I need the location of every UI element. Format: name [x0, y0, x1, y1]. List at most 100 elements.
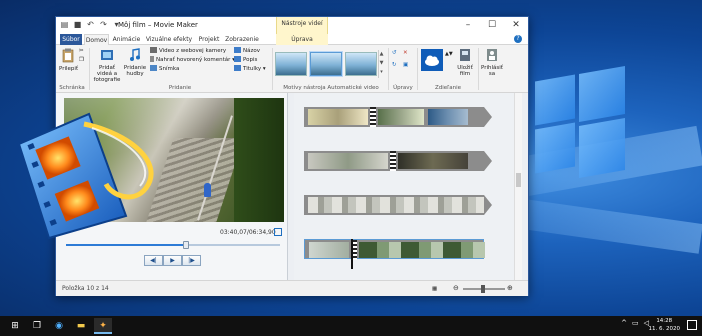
automovie-theme-1[interactable]	[275, 52, 307, 76]
ribbon: Prilepiť ✂ ❐ Schránka Pridať videá a fot…	[56, 45, 528, 93]
video-scene-person	[204, 183, 211, 197]
record-narration-button[interactable]: Nahrať hovorený komentár ▾	[150, 56, 235, 64]
clock[interactable]: 14:28 11. 6. 2020	[649, 317, 681, 333]
fullscreen-icon[interactable]	[274, 228, 282, 236]
contextual-tab-group-label: Nástroje videí	[276, 17, 328, 34]
zoom-slider[interactable]: ⊖ ⊕	[453, 284, 513, 293]
separator	[388, 48, 389, 90]
quick-access-toolbar: ▤ ■ ↶ ↷ ▾	[60, 20, 121, 29]
camera-icon	[150, 65, 157, 71]
previous-frame-button[interactable]: ◀|	[144, 255, 163, 266]
microphone-icon	[150, 56, 154, 62]
zoom-in-icon[interactable]: ⊕	[507, 284, 513, 292]
snapshot-button[interactable]: Snímka	[150, 65, 179, 73]
group-label-add: Pridanie	[168, 85, 192, 91]
next-frame-button[interactable]: |▶	[182, 255, 201, 266]
clipboard-icon	[62, 48, 74, 63]
onedrive-share-button[interactable]	[421, 49, 443, 73]
add-videos-button[interactable]: Pridať videá a fotografie	[92, 48, 122, 83]
group-label-automovie: Motívy nástroja Automatické video	[283, 85, 379, 91]
select-all-icon[interactable]: ▣	[403, 61, 408, 69]
movie-maker-logo-icon	[17, 112, 154, 240]
title-button[interactable]: Názov	[234, 47, 260, 55]
clip-transition	[390, 151, 396, 171]
start-windows-icon[interactable]: ⊞	[6, 318, 24, 334]
maximize-button[interactable]: ☐	[480, 17, 504, 34]
strip-end-arrow	[484, 107, 492, 127]
separator	[478, 48, 479, 90]
storyboard-scrollbar[interactable]	[514, 93, 522, 280]
clip-frame	[378, 109, 424, 125]
gallery-scroll[interactable]: ▲ ▼ ▾	[378, 50, 384, 78]
task-view-icon[interactable]: ❐	[28, 318, 46, 334]
automovie-theme-3[interactable]	[345, 52, 377, 76]
caption-button[interactable]: Popis	[234, 56, 257, 64]
seek-bar[interactable]	[66, 241, 280, 249]
title-icon	[234, 47, 241, 53]
play-button[interactable]: ▶	[163, 255, 182, 266]
close-button[interactable]: ✕	[504, 17, 528, 34]
clip-frame	[428, 109, 468, 125]
ribbon-tabs: Súbor Domov Animácie Vizuálne efekty Pro…	[56, 34, 528, 45]
add-music-button[interactable]: Pridanie hudby	[123, 48, 147, 77]
taskbar: ⊞ ❐ ◉ ▬ ✦ ^ ▭ ◁ 14:28 11. 6. 2020	[0, 316, 702, 336]
clip-frame-selected	[359, 242, 485, 258]
clip-frame	[398, 153, 468, 169]
storyboard-playhead[interactable]	[351, 239, 353, 269]
zoom-thumb[interactable]	[481, 285, 486, 293]
webcam-icon	[150, 47, 157, 53]
copy-icon[interactable]: ❐	[79, 56, 84, 64]
separator	[417, 48, 418, 90]
redo-icon[interactable]: ↷	[99, 20, 108, 29]
clip-strip[interactable]	[304, 195, 492, 215]
edge-icon[interactable]: ◉	[50, 318, 68, 334]
tab-view[interactable]: Zobrazenie	[224, 34, 260, 45]
save-icon[interactable]: ■	[73, 20, 82, 29]
automovie-theme-2[interactable]	[310, 52, 342, 76]
rotate-right-icon[interactable]: ↻	[392, 61, 397, 69]
share-scroll[interactable]: ▲▼	[445, 50, 453, 58]
network-icon[interactable]: ▭	[632, 319, 639, 327]
clip-transition	[370, 107, 376, 127]
tab-home[interactable]: Domov	[84, 34, 109, 45]
tray-overflow-icon[interactable]: ^	[621, 319, 627, 327]
rotate-left-icon[interactable]: ↺	[392, 49, 397, 57]
minimize-button[interactable]: –	[456, 17, 480, 34]
clip-strip[interactable]	[304, 107, 492, 127]
credits-button[interactable]: Titulky ▾	[234, 65, 266, 73]
user-icon	[487, 49, 497, 61]
cut-icon[interactable]: ✂	[79, 47, 84, 55]
webcam-video-button[interactable]: Video z webovej kamery	[150, 47, 226, 55]
save-movie-button[interactable]: Uložiť film	[454, 48, 476, 77]
undo-icon[interactable]: ↶	[86, 20, 95, 29]
film-photo-icon	[101, 50, 113, 60]
separator	[272, 48, 273, 90]
timecode: 03:40,07/06:34,90	[220, 229, 276, 236]
paste-button[interactable]: Prilepiť	[59, 48, 78, 72]
seek-progress	[66, 244, 186, 246]
group-label-clipboard: Schránka	[59, 85, 85, 91]
tab-file[interactable]: Súbor	[60, 34, 82, 45]
app-menu-icon[interactable]: ▤	[60, 20, 69, 29]
clip-strip[interactable]	[304, 151, 492, 171]
notifications-icon[interactable]	[687, 320, 697, 330]
movie-maker-taskbar-icon[interactable]: ✦	[94, 318, 112, 334]
remove-icon[interactable]: ✕	[403, 49, 408, 57]
thumbnail-size-icon[interactable]: ▦	[432, 285, 437, 293]
sign-in-button[interactable]: Prihlásiť sa	[480, 48, 504, 77]
tab-edit[interactable]: Úprava	[276, 34, 328, 45]
clip-strip[interactable]	[304, 239, 485, 260]
storyboard-scroll-thumb[interactable]	[516, 173, 521, 187]
title-bar: ▤ ■ ↶ ↷ ▾ Môj film – Movie Maker Nástroj…	[56, 17, 528, 34]
tab-project[interactable]: Projekt	[197, 34, 221, 45]
tab-visual-effects[interactable]: Vizuálne efekty	[144, 34, 194, 45]
clock-time: 14:28	[656, 318, 673, 324]
file-explorer-icon[interactable]: ▬	[72, 318, 90, 334]
help-icon[interactable]: ?	[514, 35, 522, 43]
status-bar: Položka 10 z 14 ▦ ⊖ ⊕	[56, 280, 528, 296]
credits-icon	[234, 65, 241, 71]
group-label-editing: Úpravy	[393, 85, 413, 91]
tab-animations[interactable]: Animácie	[112, 34, 141, 45]
seek-thumb[interactable]	[182, 241, 189, 249]
zoom-out-icon[interactable]: ⊖	[453, 284, 459, 292]
